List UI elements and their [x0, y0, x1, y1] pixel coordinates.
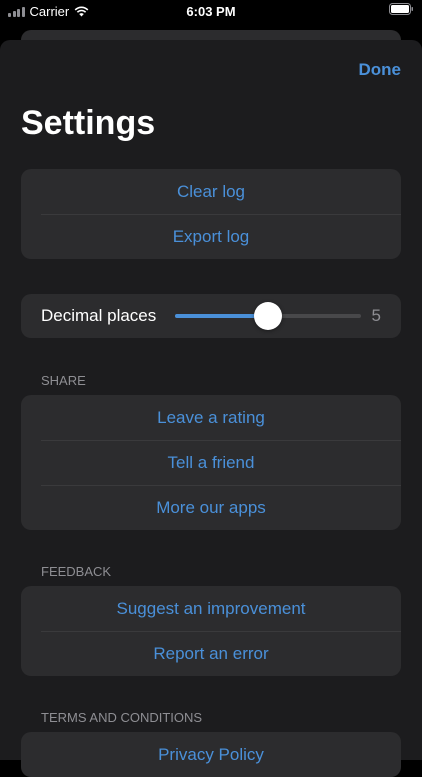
terms-group: Privacy Policy — [21, 732, 401, 777]
feedback-header: FEEDBACK — [41, 564, 112, 579]
share-header: SHARE — [41, 373, 86, 388]
done-button[interactable]: Done — [359, 60, 402, 80]
tell-friend-button[interactable]: Tell a friend — [21, 440, 401, 485]
privacy-policy-button[interactable]: Privacy Policy — [21, 732, 401, 777]
page-title: Settings — [21, 104, 156, 142]
status-time: 6:03 PM — [186, 4, 236, 19]
share-group: Leave a rating Tell a friend More our ap… — [21, 395, 401, 530]
settings-sheet: Done Settings Clear log Export log Decim… — [0, 40, 422, 777]
suggest-improvement-button[interactable]: Suggest an improvement — [21, 586, 401, 631]
report-error-button[interactable]: Report an error — [21, 631, 401, 676]
slider-thumb[interactable] — [254, 302, 282, 330]
clear-log-button[interactable]: Clear log — [21, 169, 401, 214]
decimal-value: 5 — [371, 306, 381, 325]
battery-icon — [389, 3, 414, 18]
decimal-slider[interactable] — [175, 302, 361, 330]
status-bar: Carrier 6:03 PM — [0, 0, 422, 24]
leave-rating-button[interactable]: Leave a rating — [21, 395, 401, 440]
more-apps-button[interactable]: More our apps — [21, 485, 401, 530]
decimal-row: Decimal places 5 — [21, 294, 401, 338]
decimal-group: Decimal places 5 — [21, 294, 401, 338]
feedback-group: Suggest an improvement Report an error — [21, 586, 401, 676]
decimal-label: Decimal places — [41, 306, 157, 325]
export-log-button[interactable]: Export log — [21, 214, 401, 259]
terms-header: TERMS AND CONDITIONS — [41, 710, 203, 725]
log-group: Clear log Export log — [21, 169, 401, 259]
